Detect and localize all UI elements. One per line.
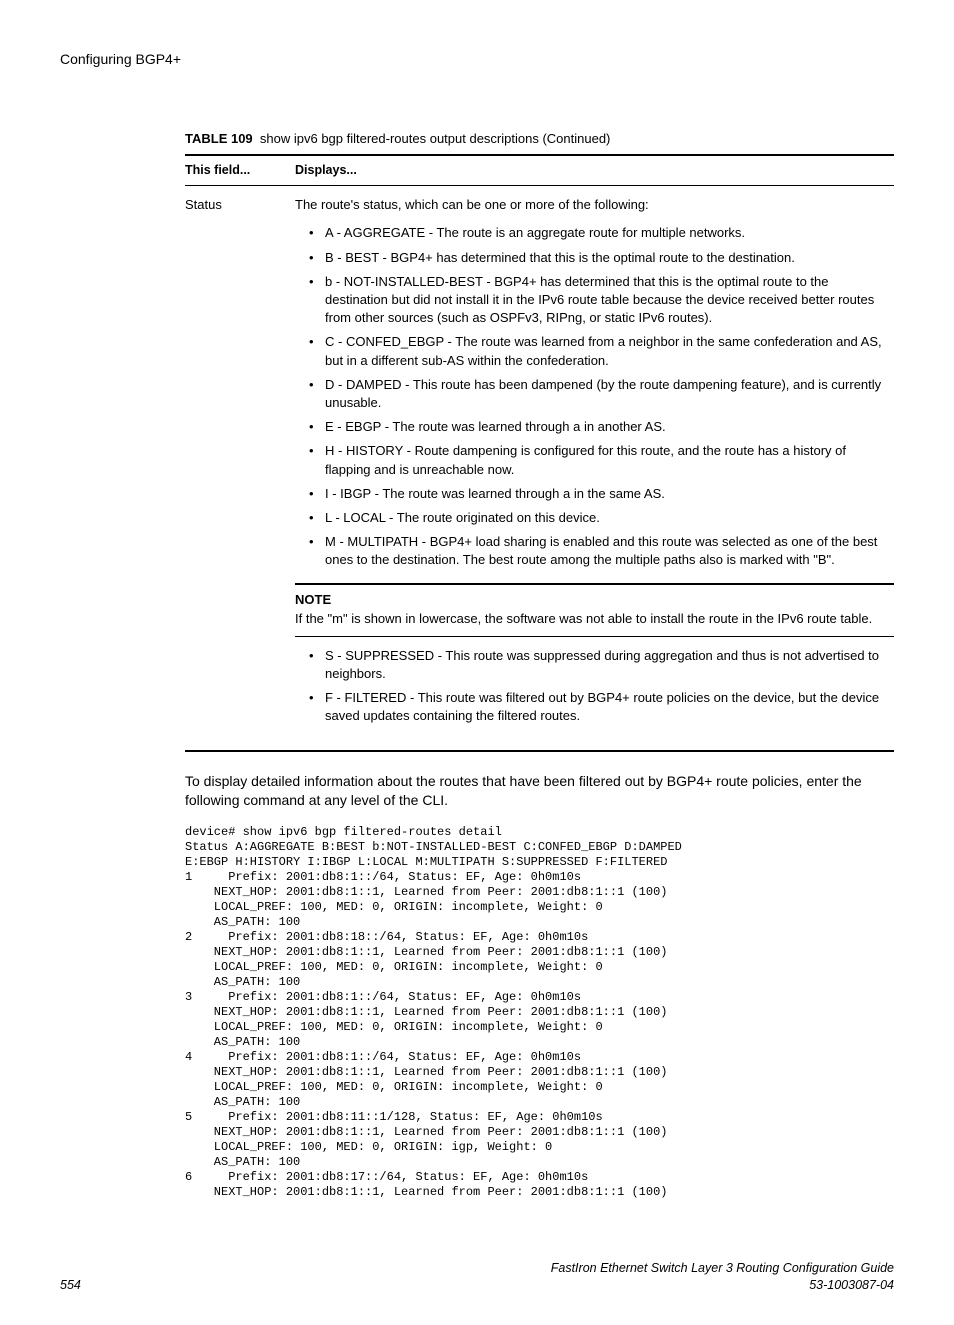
status-bullets-2: S - SUPPRESSED - This route was suppress… [295, 647, 894, 726]
table-end-rule [185, 750, 894, 752]
list-item: B - BEST - BGP4+ has determined that thi… [313, 249, 894, 267]
table-caption: TABLE 109 show ipv6 bgp filtered-routes … [185, 130, 894, 148]
table-header-row: This field... Displays... [185, 154, 894, 187]
list-item: D - DAMPED - This route has been dampene… [313, 376, 894, 412]
status-bullets-1: A - AGGREGATE - The route is an aggregat… [295, 224, 894, 569]
list-item: A - AGGREGATE - The route is an aggregat… [313, 224, 894, 242]
page-number: 554 [60, 1277, 81, 1295]
field-description: The route's status, which can be one or … [295, 196, 894, 739]
table-label: TABLE 109 [185, 131, 253, 146]
list-item: b - NOT-INSTALLED-BEST - BGP4+ has deter… [313, 273, 894, 328]
list-item: C - CONFED_EBGP - The route was learned … [313, 333, 894, 369]
table-row: Status The route's status, which can be … [185, 186, 894, 739]
list-item: E - EBGP - The route was learned through… [313, 418, 894, 436]
list-item: I - IBGP - The route was learned through… [313, 485, 894, 503]
col-header-field: This field... [185, 162, 295, 180]
list-item: F - FILTERED - This route was filtered o… [313, 689, 894, 725]
note-text: If the "m" is shown in lowercase, the so… [295, 611, 872, 626]
doc-number: 53-1003087-04 [809, 1278, 894, 1292]
list-item: H - HISTORY - Route dampening is configu… [313, 442, 894, 478]
page-header: Configuring BGP4+ [60, 50, 894, 70]
body-paragraph: To display detailed information about th… [185, 772, 894, 811]
footer-right: FastIron Ethernet Switch Layer 3 Routing… [551, 1260, 894, 1295]
field-name: Status [185, 196, 295, 739]
table-caption-text: show ipv6 bgp filtered-routes output des… [260, 131, 610, 146]
cli-output: device# show ipv6 bgp filtered-routes de… [185, 825, 894, 1200]
page-footer: 554 FastIron Ethernet Switch Layer 3 Rou… [60, 1260, 894, 1295]
status-intro: The route's status, which can be one or … [295, 196, 894, 214]
col-header-displays: Displays... [295, 162, 894, 180]
list-item: S - SUPPRESSED - This route was suppress… [313, 647, 894, 683]
list-item: L - LOCAL - The route originated on this… [313, 509, 894, 527]
note-block: NOTE If the "m" is shown in lowercase, t… [295, 583, 894, 636]
guide-title: FastIron Ethernet Switch Layer 3 Routing… [551, 1261, 894, 1275]
main-content: TABLE 109 show ipv6 bgp filtered-routes … [185, 130, 894, 1200]
note-label: NOTE [295, 591, 894, 609]
list-item: M - MULTIPATH - BGP4+ load sharing is en… [313, 533, 894, 569]
